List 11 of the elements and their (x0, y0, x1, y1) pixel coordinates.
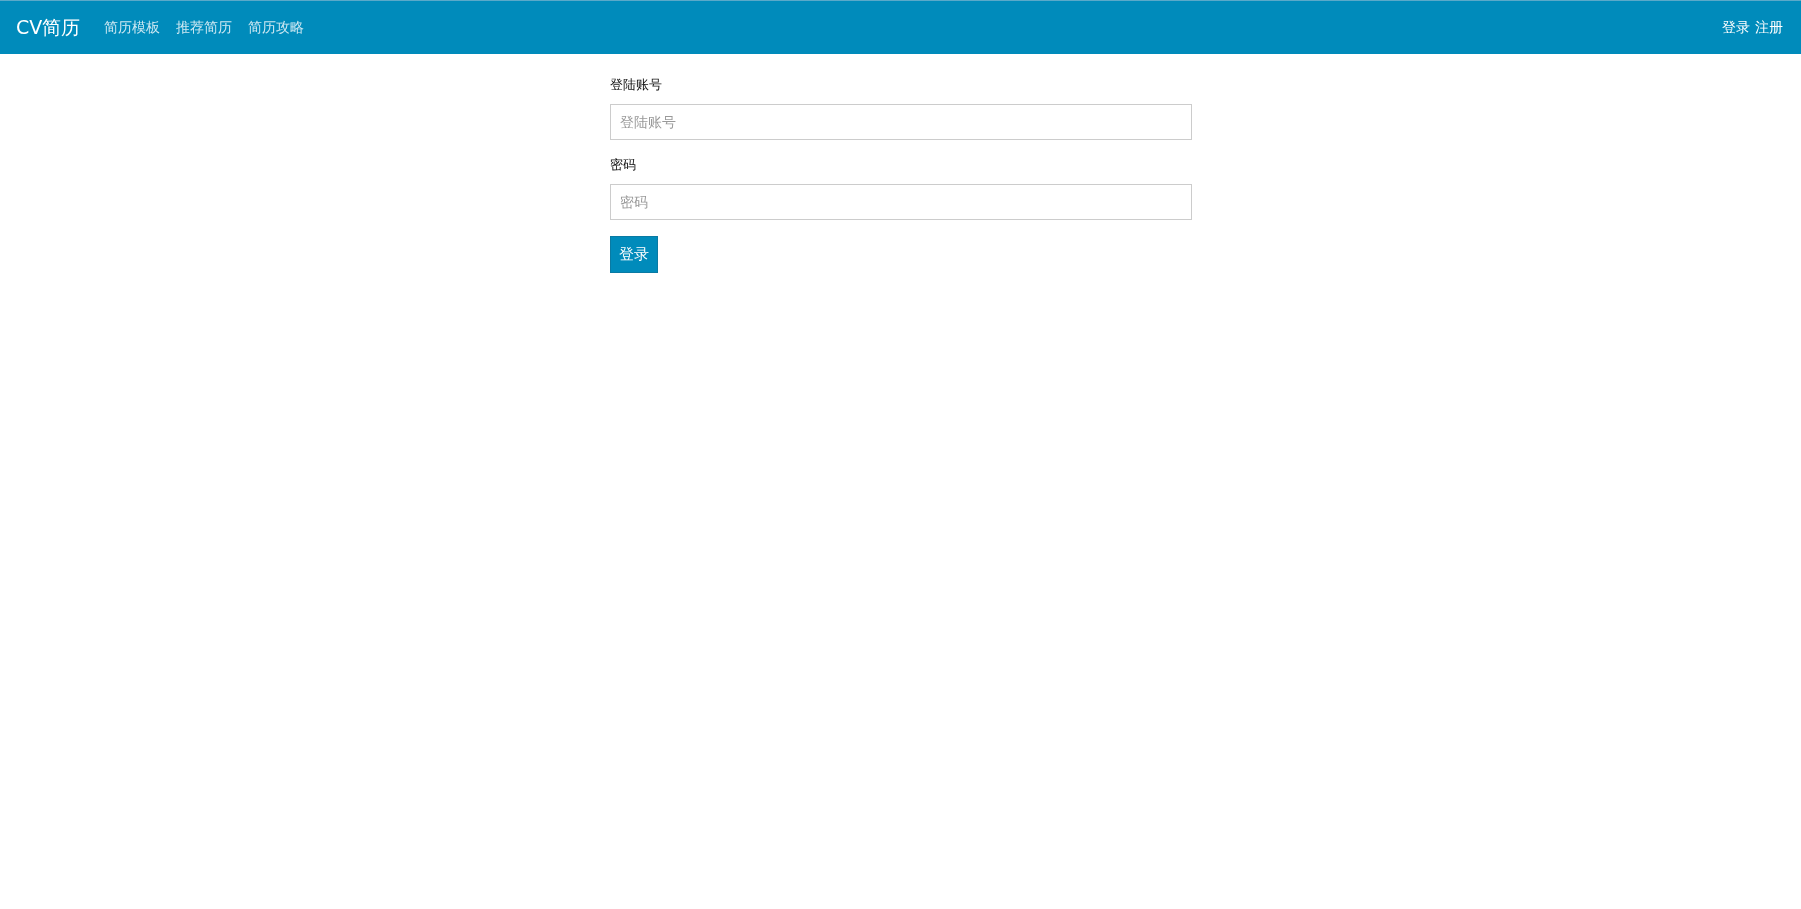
account-link[interactable]: 注册 (1755, 18, 1783, 37)
input-field[interactable]: 登陆账号 (609, 104, 1192, 140)
login-button[interactable]: 登录 (609, 236, 658, 273)
nav-link[interactable]: 简历模板 (104, 18, 161, 37)
account-link[interactable]: 登录 (1722, 18, 1750, 37)
brand-logo[interactable]: CV简历 (16, 14, 81, 41)
nav-link[interactable]: 推荐简历 (176, 18, 233, 37)
field-label: 密码 (609, 156, 637, 174)
input-field[interactable]: 密码 (609, 184, 1192, 220)
field-label: 登陆账号 (609, 76, 663, 94)
nav-link[interactable]: 简历攻略 (248, 18, 305, 37)
